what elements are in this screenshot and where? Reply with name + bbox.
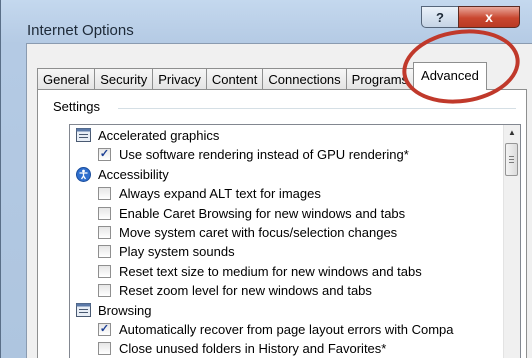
close-button[interactable]: x <box>458 6 520 28</box>
settings-checkbox[interactable] <box>98 284 111 298</box>
accessibility-icon <box>76 166 91 182</box>
help-button[interactable]: ? <box>421 6 459 28</box>
tab-connections[interactable]: Connections <box>262 68 347 90</box>
settings-option-row[interactable]: Always expand ALT text for images <box>72 184 492 203</box>
settings-group-label: Settings <box>53 99 106 114</box>
settings-option-row[interactable]: ✓ Automatically recover from page layout … <box>72 320 492 339</box>
settings-folder-icon <box>76 302 91 317</box>
settings-option-row[interactable]: Enable Caret Browsing for new windows an… <box>72 204 492 223</box>
tab-content[interactable]: Content <box>205 68 264 90</box>
settings-divider <box>118 108 516 109</box>
scrollbar-thumb[interactable] <box>505 143 518 176</box>
settings-checkbox[interactable]: ✓ <box>98 148 111 162</box>
settings-checkbox[interactable] <box>98 206 111 220</box>
settings-option-label: Reset zoom level for new windows and tab… <box>119 283 372 299</box>
tab-general[interactable]: General <box>37 68 96 90</box>
settings-option-row[interactable]: Play system sounds <box>72 242 492 261</box>
settings-list: Accelerated graphics ✓ Use software render… <box>72 126 492 358</box>
settings-checkbox[interactable] <box>98 187 111 201</box>
settings-checkbox[interactable] <box>98 342 111 356</box>
settings-option-row[interactable]: ✓ Use software rendering instead of GPU r… <box>72 145 492 164</box>
settings-checkbox[interactable] <box>98 225 111 239</box>
settings-option-label: Automatically recover from page layout e… <box>119 321 454 337</box>
settings-folder-icon <box>76 128 91 142</box>
settings-option-row[interactable]: Move system caret with focus/selection c… <box>72 223 492 242</box>
window-title: Internet Options <box>27 22 134 39</box>
settings-option-label: Close unused folders in History and Favo… <box>119 341 387 357</box>
settings-group-label: Browsing <box>98 302 152 318</box>
vertical-scrollbar[interactable]: ▲ <box>503 125 520 358</box>
settings-group-label: Accelerated graphics <box>98 128 220 143</box>
tab-security[interactable]: Security <box>94 68 154 90</box>
settings-option-label: Always expand ALT text for images <box>119 186 321 202</box>
settings-option-label: Use software rendering instead of GPU re… <box>119 147 409 163</box>
grip-line <box>509 156 514 157</box>
internet-options-window: Internet Options ? x General Security Pr… <box>0 0 532 358</box>
settings-checkbox[interactable]: ✓ <box>98 322 111 336</box>
grip-line <box>509 162 514 163</box>
settings-option-row[interactable]: Reset zoom level for new windows and tab… <box>72 281 492 300</box>
settings-option-label: Enable Caret Browsing for new windows an… <box>119 205 406 221</box>
tab-privacy[interactable]: Privacy <box>152 68 207 90</box>
grip-line <box>509 159 514 160</box>
advanced-tab-panel: Settings Accelerated graphics ✓ Use softwa… <box>37 89 527 358</box>
settings-group-label: Accessibility <box>98 166 169 182</box>
settings-option-label: Reset text size to medium for new window… <box>119 263 422 279</box>
settings-group-row[interactable]: Accessibility <box>72 165 492 184</box>
settings-option-row[interactable]: Close unused folders in History and Favo… <box>72 339 492 358</box>
settings-option-row[interactable]: Reset text size to medium for new window… <box>72 262 492 281</box>
settings-checkbox[interactable] <box>98 245 111 259</box>
settings-group-row[interactable]: Accelerated graphics <box>72 126 492 145</box>
settings-tree[interactable]: Accelerated graphics ✓ Use software render… <box>69 124 521 358</box>
settings-option-label: Play system sounds <box>119 244 235 260</box>
settings-option-label: Move system caret with focus/selection c… <box>119 224 398 240</box>
arrow-up-icon[interactable]: ▲ <box>504 125 520 141</box>
settings-group-row[interactable]: Browsing <box>72 301 492 320</box>
settings-checkbox[interactable] <box>98 264 111 278</box>
